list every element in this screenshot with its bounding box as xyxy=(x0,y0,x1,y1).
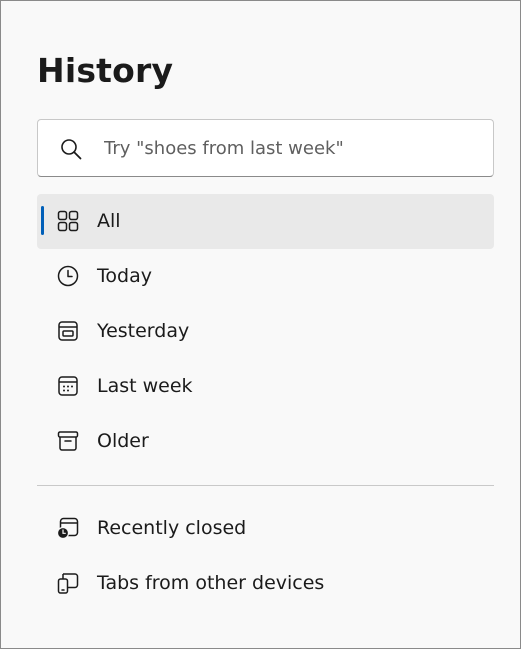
filter-item-all[interactable]: All xyxy=(37,194,494,249)
recently-closed-item[interactable]: Recently closed xyxy=(37,501,494,556)
filter-label: Last week xyxy=(97,375,193,397)
filter-label: All xyxy=(97,210,121,232)
section-divider xyxy=(37,485,494,486)
clock-icon xyxy=(57,265,79,287)
tabs-other-devices-item[interactable]: Tabs from other devices xyxy=(37,556,494,611)
archive-icon xyxy=(57,430,79,452)
recently-closed-icon xyxy=(57,517,79,539)
tabs-other-devices-label: Tabs from other devices xyxy=(97,572,325,594)
filter-label: Older xyxy=(97,430,149,452)
selection-indicator xyxy=(41,206,44,235)
calendar-day-icon xyxy=(57,320,79,342)
secondary-list: Recently closed Tabs from other devices xyxy=(37,501,494,611)
filter-item-last-week[interactable]: Last week xyxy=(37,359,494,414)
search-icon xyxy=(60,138,82,160)
search-input[interactable] xyxy=(104,134,474,162)
filter-item-today[interactable]: Today xyxy=(37,249,494,304)
filter-label: Yesterday xyxy=(97,320,190,342)
devices-icon xyxy=(57,572,79,594)
grid-icon xyxy=(57,210,79,232)
calendar-week-icon xyxy=(57,375,79,397)
recently-closed-label: Recently closed xyxy=(97,517,247,539)
history-filter-list: All Today Yesterday Last week Older xyxy=(37,194,494,469)
search-box[interactable] xyxy=(37,119,494,177)
filter-item-yesterday[interactable]: Yesterday xyxy=(37,304,494,359)
page-title: History xyxy=(37,51,174,90)
filter-item-older[interactable]: Older xyxy=(37,414,494,469)
history-panel: History All xyxy=(0,0,521,649)
filter-label: Today xyxy=(97,265,152,287)
